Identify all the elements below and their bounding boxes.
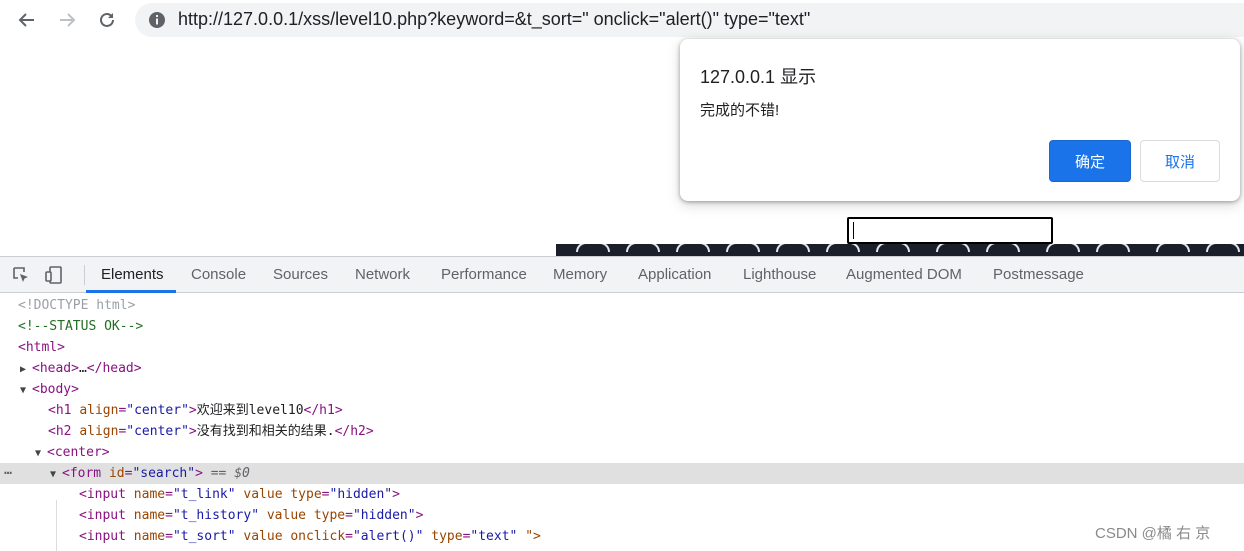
back-button[interactable]	[13, 6, 41, 34]
browser-toolbar: http://127.0.0.1/xss/level10.php?keyword…	[0, 0, 1244, 42]
tab-postmessage[interactable]: Postmessage	[993, 257, 1084, 292]
forward-arrow-icon	[60, 13, 76, 27]
expand-triangle-icon[interactable]: ▶	[20, 359, 32, 380]
toolbar-divider	[84, 265, 85, 285]
tab-lighthouse[interactable]: Lighthouse	[743, 257, 816, 292]
device-toolbar-icon[interactable]	[44, 265, 64, 285]
collapse-triangle-icon[interactable]: ▼	[50, 464, 62, 485]
url-text[interactable]: http://127.0.0.1/xss/level10.php?keyword…	[178, 9, 810, 30]
text-caret	[853, 222, 854, 239]
reload-icon	[100, 12, 114, 27]
address-bar[interactable]: http://127.0.0.1/xss/level10.php?keyword…	[135, 3, 1244, 37]
dom-node-doctype[interactable]: <!DOCTYPE html>	[0, 295, 1244, 316]
watermark: CSDN @橘 右 京	[1095, 525, 1211, 542]
collapse-triangle-icon[interactable]: ▼	[35, 443, 47, 464]
inspect-element-icon[interactable]	[11, 265, 31, 285]
selected-node-marker: == $0	[210, 466, 250, 481]
site-info-icon[interactable]	[147, 10, 167, 30]
more-options-icon[interactable]: ⋯	[4, 463, 12, 484]
back-arrow-icon	[18, 13, 34, 27]
dom-node-h1[interactable]: <h1 align="center">欢迎来到level10</h1>	[0, 400, 1244, 421]
tab-sources[interactable]: Sources	[273, 257, 328, 292]
elements-tree: <!DOCTYPE html> <!--STATUS OK--> <html> …	[0, 294, 1244, 551]
collapse-triangle-icon[interactable]: ▼	[20, 380, 32, 401]
dialog-message: 完成的不错!	[700, 102, 780, 119]
dom-node-form-selected[interactable]: ⋯ ▼ <form id="search"> == $0	[0, 463, 1244, 484]
dom-node-comment[interactable]: <!--STATUS OK-->	[0, 316, 1244, 337]
dialog-title: 127.0.0.1 显示	[700, 67, 817, 87]
dom-node-center[interactable]: ▼ <center>	[0, 442, 1244, 463]
tab-memory[interactable]: Memory	[553, 257, 607, 292]
dom-node-head[interactable]: ▶ <head>…</head>	[0, 358, 1244, 379]
tab-augmented-dom[interactable]: Augmented DOM	[846, 257, 962, 292]
dom-node-html[interactable]: <html>	[0, 337, 1244, 358]
tab-elements[interactable]: Elements	[101, 257, 164, 292]
forward-button[interactable]	[53, 6, 81, 34]
indent-guide	[56, 500, 57, 551]
injected-text-input[interactable]	[847, 217, 1053, 244]
tab-network[interactable]: Network	[355, 257, 410, 292]
dom-node-h2[interactable]: <h2 align="center">没有找到和相关的结果.</h2>	[0, 421, 1244, 442]
cancel-button[interactable]: 取消	[1140, 140, 1220, 182]
tab-application[interactable]: Application	[638, 257, 711, 292]
tab-performance[interactable]: Performance	[441, 257, 527, 292]
ok-button[interactable]: 确定	[1049, 140, 1131, 182]
alert-dialog: 127.0.0.1 显示 完成的不错! 确定 取消	[680, 39, 1240, 201]
tab-console[interactable]: Console	[191, 257, 246, 292]
reload-button[interactable]	[93, 6, 121, 34]
dom-node-body[interactable]: ▼ <body>	[0, 379, 1244, 400]
dom-node-input-t-history[interactable]: <input name="t_history" value type="hidd…	[0, 505, 1244, 526]
level-banner-image	[556, 244, 1244, 256]
devtools-tab-bar: Elements Console Sources Network Perform…	[0, 257, 1244, 293]
active-tab-indicator	[86, 290, 176, 293]
dom-node-input-t-sort[interactable]: <input name="t_sort" value onclick="aler…	[0, 526, 1244, 547]
devtools-panel: Elements Console Sources Network Perform…	[0, 256, 1244, 551]
dom-node-input-t-link[interactable]: <input name="t_link" value type="hidden"…	[0, 484, 1244, 505]
